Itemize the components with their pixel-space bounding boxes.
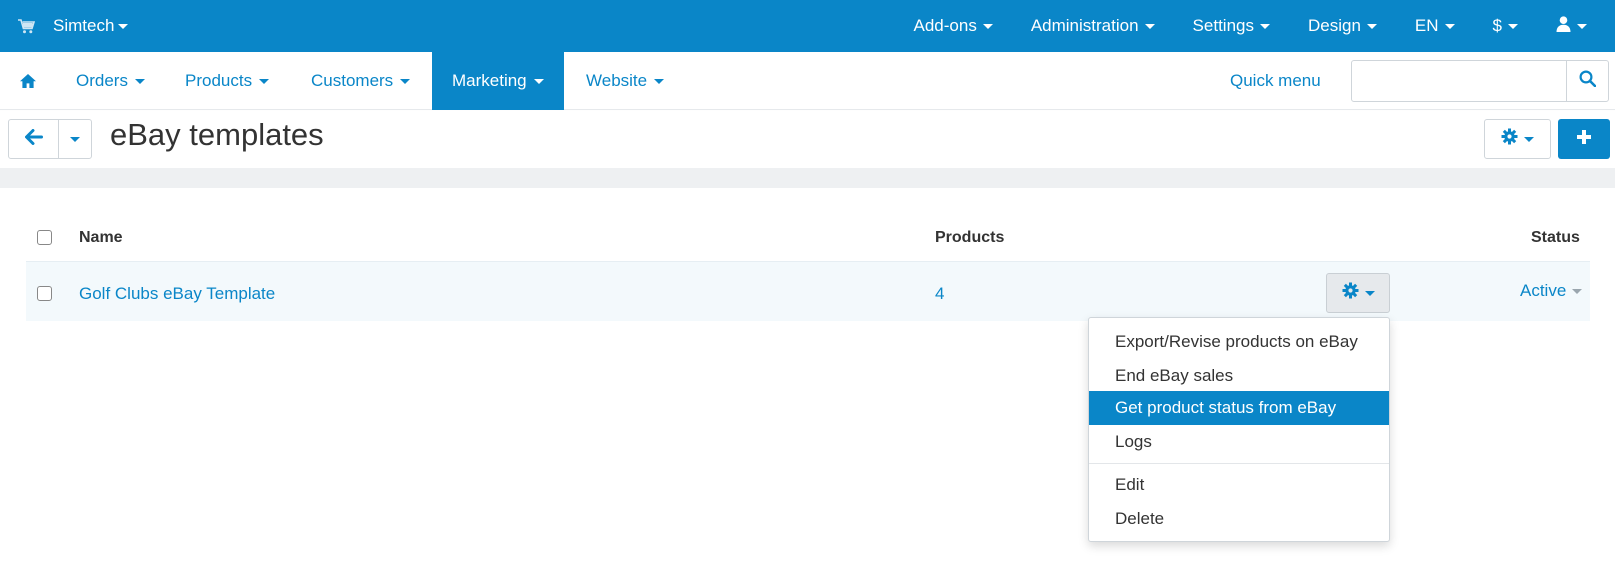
chevron-down-icon [654,78,665,84]
chevron-down-icon [1444,23,1455,29]
user-icon [1556,15,1571,37]
top-menu-administration[interactable]: Administration [1031,16,1155,36]
nav-website[interactable]: Website [586,52,665,110]
column-header-products[interactable]: Products [935,229,1004,247]
back-dropdown-button[interactable] [59,120,91,158]
home-icon[interactable] [19,52,37,110]
top-menu-design[interactable]: Design [1308,16,1377,36]
page-title: eBay templates [110,117,324,152]
chevron-down-icon [1366,23,1377,29]
templates-table: Name Products Status Golf Clubs eBay Tem… [0,188,1615,565]
nav-marketing[interactable]: Marketing [432,52,564,110]
chevron-down-icon [1577,23,1587,29]
back-button-group [8,119,92,159]
top-menu-addons[interactable]: Add-ons [914,16,993,36]
status-dropdown[interactable]: Active [1520,281,1583,301]
store-name-label: Simtech [53,16,115,35]
separator-band [0,168,1615,188]
menu-divider [1089,463,1389,464]
nav-label: Marketing [452,71,527,90]
chevron-down-icon [134,78,145,84]
row-actions-button[interactable] [1326,273,1390,313]
search-icon [1579,70,1597,92]
template-products-count[interactable]: 4 [935,284,944,304]
add-template-button[interactable] [1558,119,1610,159]
top-menu-label: Design [1307,16,1361,35]
search-input[interactable] [1352,61,1566,101]
chevron-down-icon [1524,136,1534,142]
menu-item-edit[interactable]: Edit [1089,468,1389,502]
main-nav: Orders Products Customers Marketing Webs… [0,52,1615,110]
plus-icon [1576,129,1592,150]
nav-label: Products [185,71,253,90]
top-menu-language[interactable]: EN [1415,16,1455,36]
back-button[interactable] [9,120,59,158]
menu-item-logs[interactable]: Logs [1089,425,1389,459]
top-menu-label: Add-ons [913,16,977,35]
top-menu-label: Administration [1030,16,1139,35]
top-bar: Simtech Add-ons Administration Settings … [0,0,1615,52]
column-header-name[interactable]: Name [79,229,123,247]
quick-menu-link[interactable]: Quick menu [1230,52,1321,110]
nav-orders[interactable]: Orders [76,52,145,110]
chevron-down-icon [118,23,129,29]
chevron-down-icon [1144,23,1155,29]
store-switcher[interactable]: Simtech [18,0,129,52]
menu-item-end-sales[interactable]: End eBay sales [1089,359,1389,393]
chevron-down-icon [1508,23,1518,29]
user-menu[interactable] [1556,15,1587,37]
nav-label: Website [586,71,648,90]
row-checkbox[interactable] [37,286,52,301]
top-menu-label: $ [1492,16,1502,35]
search-button[interactable] [1566,61,1608,101]
search-box [1351,60,1609,102]
top-menu-settings[interactable]: Settings [1193,16,1270,36]
top-nav: Add-ons Administration Settings Design E… [876,0,1587,52]
chevron-down-icon [1364,290,1375,296]
nav-label: Customers [311,71,394,90]
gear-icon [1342,282,1359,304]
chevron-down-icon [982,23,993,29]
status-label: Active [1520,281,1567,300]
chevron-down-icon [1259,23,1270,29]
template-name-link[interactable]: Golf Clubs eBay Template [79,284,275,304]
menu-item-export-revise[interactable]: Export/Revise products on eBay [1089,325,1389,359]
top-menu-currency[interactable]: $ [1493,16,1518,36]
chevron-down-icon [533,78,544,84]
menu-item-delete[interactable]: Delete [1089,502,1389,536]
nav-customers[interactable]: Customers [311,52,411,110]
store-name[interactable]: Simtech [53,16,129,36]
cart-icon [18,18,35,34]
chevron-down-icon [259,78,270,84]
back-arrow-icon [24,128,43,150]
page-settings-button[interactable] [1484,119,1551,159]
select-all-checkbox[interactable] [37,230,52,245]
row-actions-menu: Export/Revise products on eBay End eBay … [1088,317,1390,542]
chevron-down-icon [400,78,411,84]
chevron-down-icon [1572,288,1583,294]
column-header-status[interactable]: Status [1531,229,1580,247]
chevron-down-icon [70,136,80,142]
title-bar: eBay templates [0,111,1615,168]
gear-icon [1501,128,1518,150]
top-menu-label: EN [1414,16,1439,35]
nav-products[interactable]: Products [185,52,270,110]
top-menu-label: Settings [1192,16,1254,35]
menu-item-get-status[interactable]: Get product status from eBay [1089,391,1389,425]
nav-label: Orders [76,71,128,90]
